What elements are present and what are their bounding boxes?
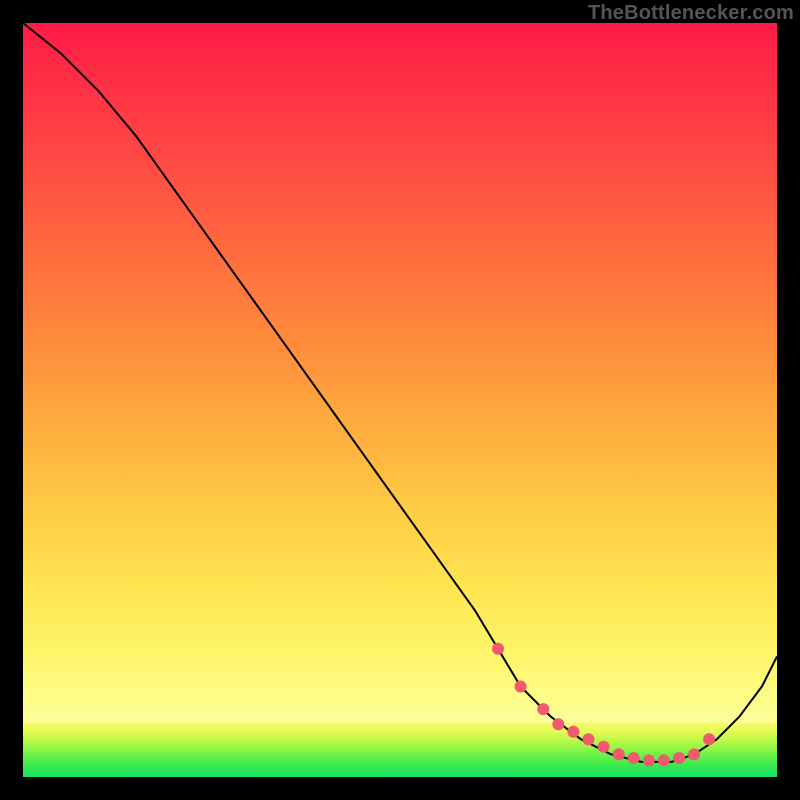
plot-area bbox=[23, 23, 777, 777]
chart-svg bbox=[23, 23, 777, 777]
marker-dot bbox=[515, 681, 527, 693]
marker-dot bbox=[492, 643, 504, 655]
marker-dot bbox=[552, 718, 564, 730]
attribution-label: TheBottlenecker.com bbox=[588, 2, 794, 25]
marker-dot bbox=[583, 733, 595, 745]
marker-dot bbox=[628, 752, 640, 764]
bottleneck-curve bbox=[23, 23, 777, 762]
chart-frame: TheBottlenecker.com bbox=[0, 0, 800, 800]
marker-dot bbox=[567, 726, 579, 738]
marker-dot bbox=[643, 754, 655, 766]
marker-dot bbox=[673, 752, 685, 764]
marker-dot bbox=[703, 733, 715, 745]
marker-dot bbox=[658, 754, 670, 766]
marker-dot bbox=[537, 703, 549, 715]
marker-dot bbox=[613, 748, 625, 760]
marker-dot bbox=[598, 741, 610, 753]
marker-dot bbox=[688, 748, 700, 760]
marker-points bbox=[492, 643, 715, 767]
